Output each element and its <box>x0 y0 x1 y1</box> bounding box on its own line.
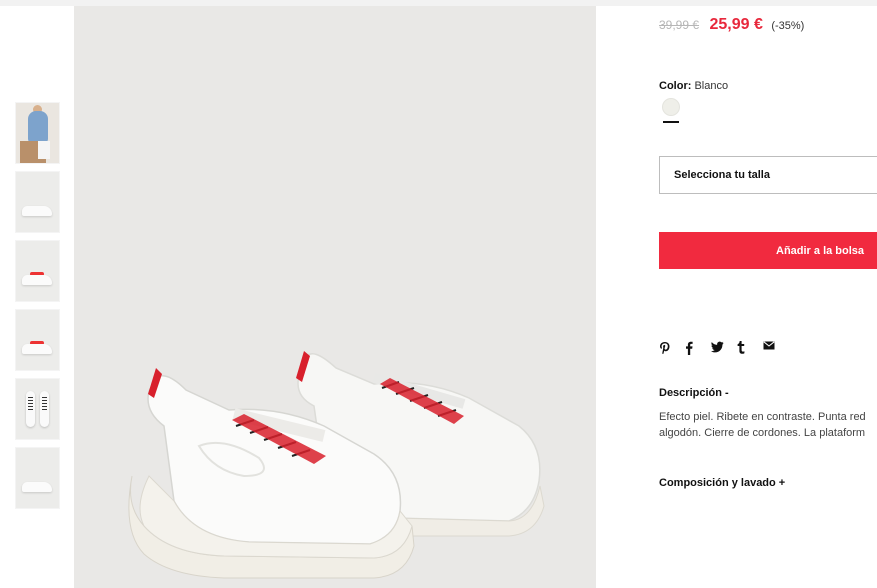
thumbnail-detail-view[interactable] <box>15 309 60 371</box>
thumbnail-model-photo[interactable] <box>15 102 60 164</box>
thumb-shoe <box>22 482 52 492</box>
thumb-shoe <box>22 344 52 354</box>
discount-badge: (-35%) <box>771 20 805 32</box>
description-line-1: Efecto piel. Ribete en contraste. Punta … <box>659 411 866 423</box>
color-info: Color: Blanco <box>659 80 728 92</box>
thumb-model-body <box>28 111 48 143</box>
description-toggle[interactable]: Descripción - <box>659 387 729 399</box>
thumbnail-side-view[interactable] <box>15 171 60 233</box>
facebook-icon[interactable] <box>685 341 699 357</box>
thumbnail-top-view[interactable] <box>15 378 60 440</box>
thumb-shoe <box>22 206 52 216</box>
share-bar <box>659 340 789 358</box>
size-selector[interactable]: Selecciona tu talla <box>659 156 877 194</box>
price-block: 39,99 € 25,99 € (-35%) <box>659 16 804 34</box>
tumblr-icon[interactable] <box>737 341 751 357</box>
thumbnail-gallery <box>15 102 60 516</box>
thumb-laces-left <box>28 397 33 411</box>
color-swatch-white[interactable] <box>662 98 680 116</box>
original-price: 39,99 € <box>659 18 700 32</box>
color-value: Blanco <box>694 80 729 92</box>
email-icon[interactable] <box>763 341 777 357</box>
description-text: Efecto piel. Ribete en contraste. Punta … <box>659 409 877 441</box>
selected-swatch-indicator <box>663 121 679 123</box>
composition-toggle[interactable]: Composición y lavado + <box>659 477 785 489</box>
add-to-bag-button[interactable]: Añadir a la bolsa <box>659 232 877 269</box>
description-line-2: algodón. Cierre de cordones. La platafor… <box>659 427 866 439</box>
thumbnail-back-view[interactable] <box>15 447 60 509</box>
sneakers-illustration <box>128 351 545 579</box>
thumb-laces-right <box>42 397 47 411</box>
sale-price: 25,99 € <box>709 16 763 33</box>
pinterest-icon[interactable] <box>659 341 673 357</box>
thumb-shoe <box>22 275 52 285</box>
color-label: Color: <box>659 80 692 92</box>
thumbnail-pair-view[interactable] <box>15 240 60 302</box>
thumb-model-legs <box>38 141 50 159</box>
twitter-icon[interactable] <box>711 341 725 357</box>
main-product-image[interactable] <box>74 6 596 588</box>
